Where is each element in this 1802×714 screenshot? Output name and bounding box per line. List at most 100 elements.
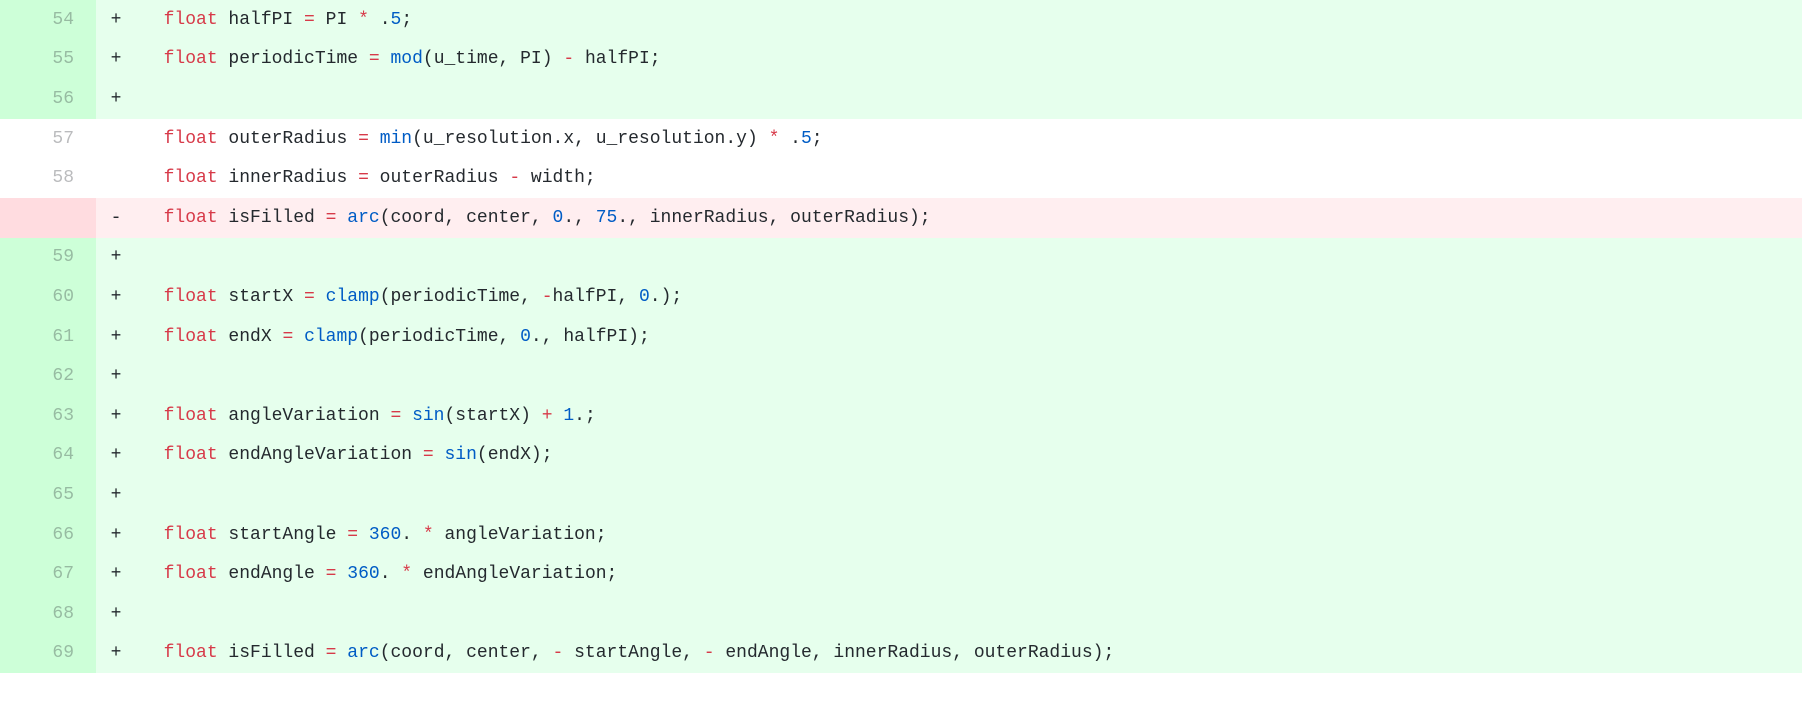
code-token: .); bbox=[650, 287, 682, 307]
code-token: ; bbox=[812, 129, 823, 149]
code-content[interactable]: float startX = clamp(periodicTime, -half… bbox=[136, 277, 1802, 317]
code-token: width; bbox=[520, 168, 596, 188]
code-token: float bbox=[164, 49, 218, 69]
code-token: min bbox=[380, 129, 412, 149]
code-content[interactable]: float isFilled = arc(coord, center, - st… bbox=[136, 634, 1802, 674]
code-token bbox=[142, 49, 164, 69]
code-content[interactable]: float endAngle = 360. * endAngleVariatio… bbox=[136, 554, 1802, 594]
code-token: = bbox=[390, 406, 401, 426]
code-token: = bbox=[369, 49, 380, 69]
code-token: float bbox=[164, 10, 218, 30]
code-token: ., bbox=[563, 208, 595, 228]
line-number[interactable]: 63 bbox=[0, 396, 96, 436]
code-token bbox=[142, 525, 164, 545]
code-token: (periodicTime, bbox=[380, 287, 542, 307]
code-content[interactable]: float endAngleVariation = sin(endX); bbox=[136, 436, 1802, 476]
code-token: float bbox=[164, 564, 218, 584]
code-content[interactable]: float innerRadius = outerRadius - width; bbox=[136, 158, 1802, 198]
code-content[interactable]: float periodicTime = mod(u_time, PI) - h… bbox=[136, 40, 1802, 80]
diff-row[interactable]: 59+ bbox=[0, 238, 1802, 278]
line-number[interactable]: 69 bbox=[0, 634, 96, 674]
code-token: outerRadius bbox=[369, 168, 509, 188]
code-token: ; bbox=[401, 10, 412, 30]
diff-row[interactable]: 69+ float isFilled = arc(coord, center, … bbox=[0, 634, 1802, 674]
diff-marker: + bbox=[96, 396, 136, 436]
code-content[interactable]: float angleVariation = sin(startX) + 1.; bbox=[136, 396, 1802, 436]
code-token: . bbox=[779, 129, 801, 149]
line-number[interactable] bbox=[0, 198, 96, 238]
line-number[interactable]: 66 bbox=[0, 515, 96, 555]
code-token: float bbox=[164, 168, 218, 188]
code-token: float bbox=[164, 643, 218, 663]
code-content[interactable]: float outerRadius = min(u_resolution.x, … bbox=[136, 119, 1802, 159]
code-token: - bbox=[563, 49, 574, 69]
code-token: startAngle, bbox=[563, 643, 703, 663]
diff-row[interactable]: 63+ float angleVariation = sin(startX) +… bbox=[0, 396, 1802, 436]
line-number[interactable]: 54 bbox=[0, 0, 96, 40]
code-token: float bbox=[164, 525, 218, 545]
code-token: - bbox=[553, 643, 564, 663]
code-token bbox=[401, 406, 412, 426]
diff-row[interactable]: 55+ float periodicTime = mod(u_time, PI)… bbox=[0, 40, 1802, 80]
diff-row[interactable]: 68+ bbox=[0, 594, 1802, 634]
code-token: float bbox=[164, 287, 218, 307]
line-number[interactable]: 61 bbox=[0, 317, 96, 357]
code-token: isFilled bbox=[218, 643, 326, 663]
code-token bbox=[142, 327, 164, 347]
diff-row[interactable]: 56+ bbox=[0, 79, 1802, 119]
code-token: endAngleVariation; bbox=[412, 564, 617, 584]
line-number[interactable]: 65 bbox=[0, 475, 96, 515]
diff-marker: + bbox=[96, 594, 136, 634]
line-number[interactable]: 58 bbox=[0, 158, 96, 198]
code-token: 0 bbox=[520, 327, 531, 347]
line-number[interactable]: 55 bbox=[0, 40, 96, 80]
diff-row[interactable]: 62+ bbox=[0, 356, 1802, 396]
diff-row[interactable]: 58 float innerRadius = outerRadius - wid… bbox=[0, 158, 1802, 198]
code-token bbox=[434, 445, 445, 465]
diff-row[interactable]: 66+ float startAngle = 360. * angleVaria… bbox=[0, 515, 1802, 555]
code-token: = bbox=[423, 445, 434, 465]
code-token: (u_time, PI) bbox=[423, 49, 563, 69]
diff-row[interactable]: 61+ float endX = clamp(periodicTime, 0.,… bbox=[0, 317, 1802, 357]
line-number[interactable]: 57 bbox=[0, 119, 96, 159]
line-number[interactable]: 59 bbox=[0, 238, 96, 278]
diff-row[interactable]: 67+ float endAngle = 360. * endAngleVari… bbox=[0, 554, 1802, 594]
code-content[interactable]: float startAngle = 360. * angleVariation… bbox=[136, 515, 1802, 555]
code-content[interactable] bbox=[136, 594, 1802, 634]
code-content[interactable] bbox=[136, 356, 1802, 396]
code-content[interactable] bbox=[136, 238, 1802, 278]
diff-row[interactable]: 64+ float endAngleVariation = sin(endX); bbox=[0, 436, 1802, 476]
code-content[interactable] bbox=[136, 79, 1802, 119]
diff-row[interactable]: 65+ bbox=[0, 475, 1802, 515]
code-token: (startX) bbox=[444, 406, 541, 426]
code-token bbox=[315, 287, 326, 307]
code-token: = bbox=[326, 208, 337, 228]
code-token: 0 bbox=[639, 287, 650, 307]
code-token bbox=[142, 208, 164, 228]
code-content[interactable]: float isFilled = arc(coord, center, 0., … bbox=[136, 198, 1802, 238]
code-token: * bbox=[358, 10, 369, 30]
code-token: . bbox=[401, 525, 423, 545]
code-token: ., innerRadius, outerRadius); bbox=[617, 208, 930, 228]
code-content[interactable]: float halfPI = PI * .5; bbox=[136, 0, 1802, 40]
line-number[interactable]: 68 bbox=[0, 594, 96, 634]
code-token: * bbox=[423, 525, 434, 545]
line-number[interactable]: 67 bbox=[0, 554, 96, 594]
code-token: sin bbox=[412, 406, 444, 426]
code-token bbox=[336, 643, 347, 663]
code-token: endX bbox=[218, 327, 283, 347]
line-number[interactable]: 64 bbox=[0, 436, 96, 476]
diff-row[interactable]: - float isFilled = arc(coord, center, 0.… bbox=[0, 198, 1802, 238]
diff-row[interactable]: 54+ float halfPI = PI * .5; bbox=[0, 0, 1802, 40]
diff-row[interactable]: 60+ float startX = clamp(periodicTime, -… bbox=[0, 277, 1802, 317]
diff-row[interactable]: 57 float outerRadius = min(u_resolution.… bbox=[0, 119, 1802, 159]
code-content[interactable] bbox=[136, 475, 1802, 515]
code-content[interactable]: float endX = clamp(periodicTime, 0., hal… bbox=[136, 317, 1802, 357]
line-number[interactable]: 60 bbox=[0, 277, 96, 317]
diff-marker: + bbox=[96, 238, 136, 278]
code-token: float bbox=[164, 208, 218, 228]
line-number[interactable]: 56 bbox=[0, 79, 96, 119]
diff-table: 54+ float halfPI = PI * .5;55+ float per… bbox=[0, 0, 1802, 673]
line-number[interactable]: 62 bbox=[0, 356, 96, 396]
code-token: (endX); bbox=[477, 445, 553, 465]
